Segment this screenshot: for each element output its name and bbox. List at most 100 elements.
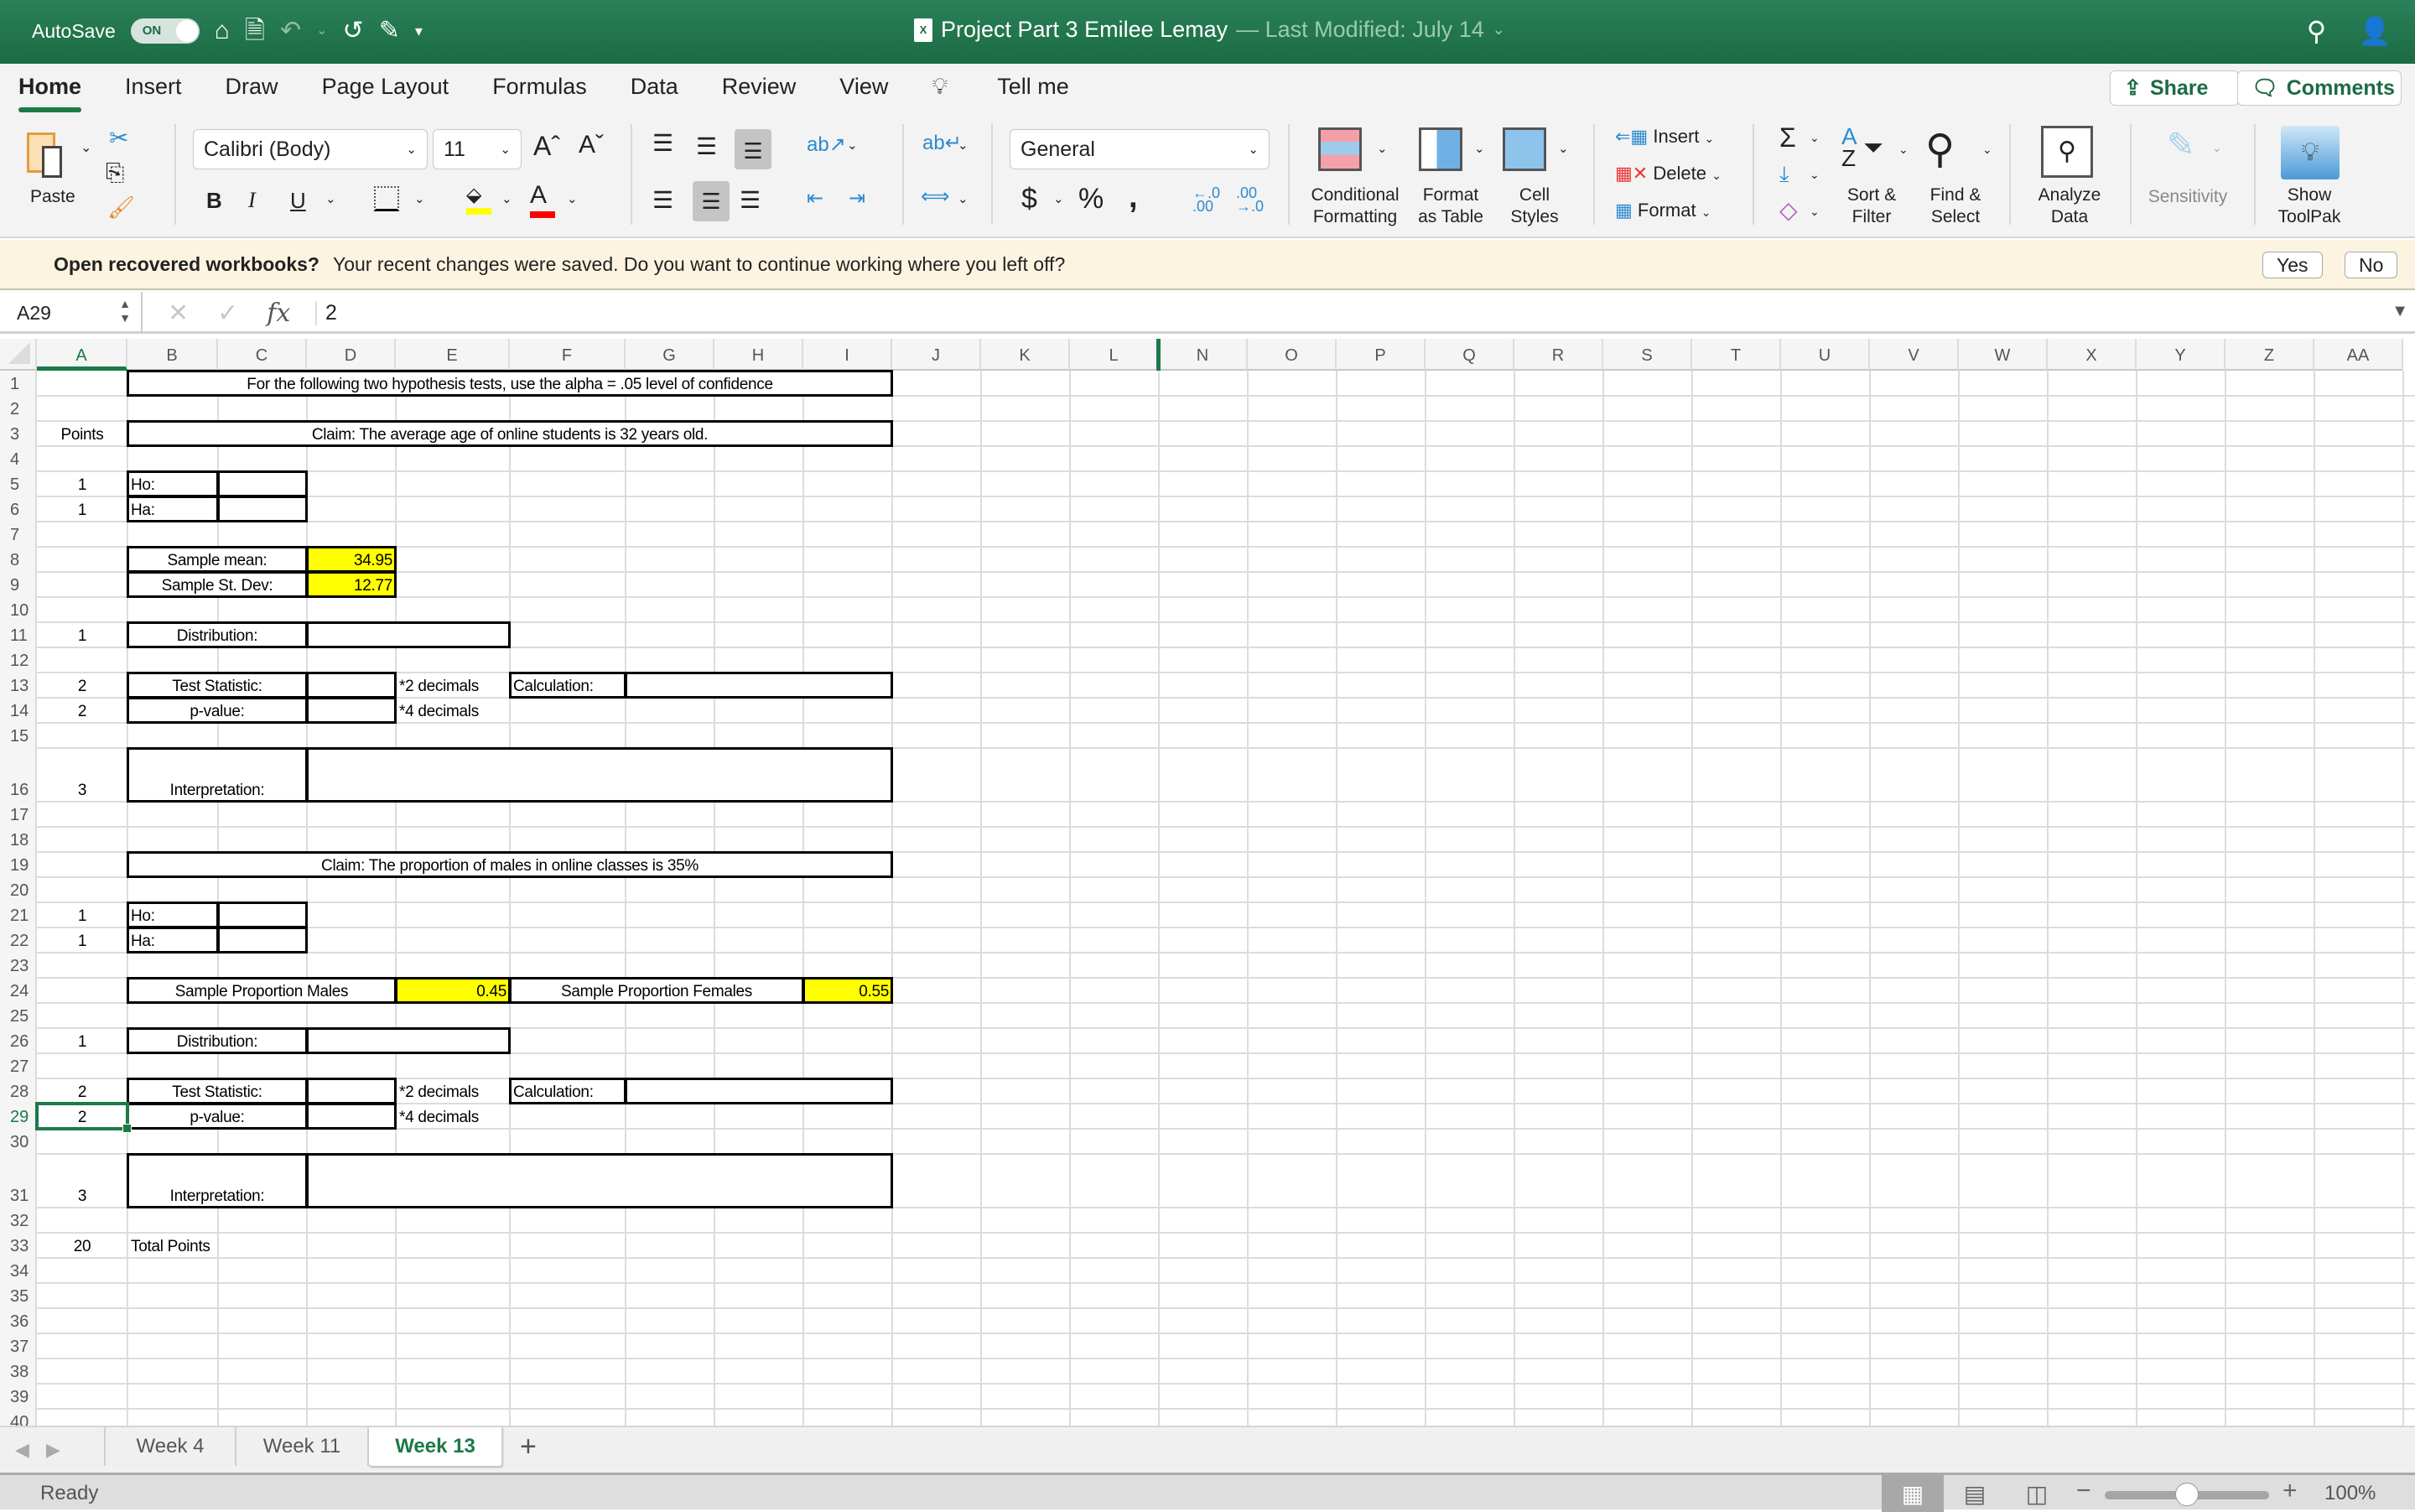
tab-data[interactable]: Data	[631, 74, 678, 101]
sample-proportion-females-label[interactable]: Sample Proportion Females	[510, 978, 803, 1003]
tell-me[interactable]: 💡︎ Tell me	[932, 74, 1112, 101]
merge-dropdown-icon[interactable]: ⌄	[958, 191, 969, 206]
align-middle-icon[interactable]: ☰	[696, 132, 717, 160]
tab-page-layout[interactable]: Page Layout	[322, 74, 449, 101]
bordered-cell[interactable]	[217, 901, 308, 928]
align-right-icon[interactable]: ☰	[740, 186, 761, 214]
row-header-28[interactable]: 28	[0, 1078, 37, 1104]
font-size-dropdown[interactable]: 11 ⌄	[433, 129, 522, 169]
zoom-in-icon[interactable]: +	[2283, 1477, 2298, 1505]
comments-button[interactable]: 🗨︎ Comments	[2237, 70, 2402, 106]
column-header-q[interactable]: Q	[1426, 339, 1514, 371]
claim-2-text[interactable]: Claim: The proportion of males in online…	[127, 852, 892, 877]
row-header-40[interactable]: 40	[0, 1409, 37, 1426]
column-header-c[interactable]: C	[218, 339, 307, 371]
ha-label[interactable]: Ha:	[127, 496, 218, 522]
bordered-cell[interactable]	[625, 1078, 893, 1104]
column-header-o[interactable]: O	[1248, 339, 1337, 371]
sheet-tab-week-11[interactable]: Week 11	[236, 1427, 369, 1466]
sample-proportion-males-value[interactable]: 0.45	[396, 978, 510, 1003]
borders-dropdown-icon[interactable]: ⌄	[414, 191, 425, 206]
format-cells-button[interactable]: ▦ Format ⌄	[1615, 200, 1711, 221]
decrease-indent-icon[interactable]: ⇤	[807, 186, 823, 210]
save-icon[interactable]: 🗎	[245, 18, 265, 44]
borders-icon[interactable]	[374, 186, 399, 211]
fill-color-dropdown-icon[interactable]: ⌄	[501, 191, 512, 206]
row-header-4[interactable]: 4	[0, 446, 37, 471]
autosave-toggle[interactable]: ON	[130, 18, 200, 44]
calculation-label[interactable]: Calculation:	[510, 673, 626, 698]
column-header-p[interactable]: P	[1337, 339, 1426, 371]
column-header-w[interactable]: W	[1959, 339, 2048, 371]
row-header-5[interactable]: 5	[0, 471, 37, 496]
column-header-y[interactable]: Y	[2137, 339, 2225, 371]
edit-icon[interactable]: ✎	[379, 18, 400, 44]
calculation-label[interactable]: Calculation:	[510, 1078, 626, 1104]
fill-icon[interactable]: ⤓	[1779, 161, 1789, 188]
active-cell-selection[interactable]	[35, 1102, 132, 1133]
sheet-tab-week-4[interactable]: Week 4	[104, 1427, 236, 1466]
row-header-9[interactable]: 9	[0, 572, 37, 597]
redo-icon[interactable]: ↺	[343, 18, 364, 44]
tab-draw[interactable]: Draw	[226, 74, 278, 101]
column-header-z[interactable]: Z	[2225, 339, 2314, 371]
points-value[interactable]: 3	[37, 1154, 127, 1208]
column-header-e[interactable]: E	[396, 339, 510, 371]
row-header-11[interactable]: 11	[0, 622, 37, 647]
bordered-cell[interactable]	[306, 1103, 397, 1130]
font-name-dropdown[interactable]: Calibri (Body) ⌄	[193, 129, 428, 169]
column-header-aa[interactable]: AA	[2314, 339, 2403, 371]
distribution-label[interactable]: Distribution:	[127, 1028, 307, 1053]
show-toolpak-button[interactable]: 💡︎	[2281, 126, 2340, 179]
row-header-36[interactable]: 36	[0, 1308, 37, 1333]
wrap-text-icon[interactable]: ab↵	[922, 131, 962, 155]
total-points-value[interactable]: 20	[37, 1233, 127, 1258]
spreadsheet-grid[interactable]: A B C D E F G H I J K L N O P Q R S T U V W X Y Z AA 1 2 3 4 5 6 7 8 9 10 11…	[0, 339, 2415, 1426]
row-header-1[interactable]: 1	[0, 371, 37, 396]
row-header-3[interactable]: 3	[0, 421, 37, 446]
row-header-24[interactable]: 24	[0, 978, 37, 1003]
comma-style-button[interactable]: ,	[1129, 179, 1138, 216]
interpretation-label[interactable]: Interpretation:	[127, 1154, 307, 1208]
row-header-23[interactable]: 23	[0, 953, 37, 978]
home-icon[interactable]: ⌂	[215, 18, 230, 44]
fill-color-icon[interactable]: ⬙	[466, 183, 491, 215]
cancel-icon[interactable]: ✕	[168, 299, 189, 328]
sample-mean-value[interactable]: 34.95	[307, 547, 396, 572]
tab-home[interactable]: Home	[18, 74, 82, 112]
p-value-label[interactable]: p-value:	[127, 1104, 307, 1129]
name-box[interactable]: A29 ▲ ▼	[0, 292, 143, 334]
row-header-17[interactable]: 17	[0, 802, 37, 827]
align-top-icon[interactable]: ☰	[652, 129, 673, 157]
previous-sheet-icon[interactable]: ◀	[15, 1439, 29, 1461]
sheet-tab-week-13[interactable]: Week 13	[369, 1427, 503, 1466]
select-all-button[interactable]	[0, 339, 37, 371]
row-header-20[interactable]: 20	[0, 877, 37, 902]
row-header-6[interactable]: 6	[0, 496, 37, 522]
clear-dropdown-icon[interactable]: ⌄	[1810, 205, 1820, 219]
row-header-25[interactable]: 25	[0, 1003, 37, 1028]
name-box-stepper-icon[interactable]: ▲ ▼	[119, 297, 131, 325]
search-icon[interactable]: ⚲	[2307, 15, 2326, 47]
paste-dropdown-icon[interactable]: ⌄	[80, 139, 91, 156]
decimals-note[interactable]: *4 decimals	[396, 698, 510, 723]
increase-indent-icon[interactable]: ⇥	[849, 186, 865, 210]
fill-dropdown-icon[interactable]: ⌄	[1810, 168, 1820, 182]
sample-stdev-value[interactable]: 12.77	[307, 572, 396, 597]
row-header-15[interactable]: 15	[0, 723, 37, 748]
row-header-39[interactable]: 39	[0, 1384, 37, 1409]
points-value[interactable]: 2	[37, 698, 127, 723]
bordered-cell[interactable]	[306, 1153, 893, 1208]
expand-formula-bar-icon[interactable]: ▼	[2392, 302, 2408, 321]
tab-review[interactable]: Review	[722, 74, 797, 101]
column-header-a[interactable]: A	[37, 339, 127, 371]
bordered-cell[interactable]	[306, 747, 893, 803]
increase-font-size-icon[interactable]: Aˆ	[533, 131, 560, 162]
tab-view[interactable]: View	[839, 74, 888, 101]
tab-insert[interactable]: Insert	[125, 74, 182, 101]
row-header-27[interactable]: 27	[0, 1053, 37, 1078]
align-left-icon[interactable]: ☰	[652, 186, 673, 214]
column-header-n[interactable]: N	[1159, 339, 1248, 371]
decimals-note[interactable]: *2 decimals	[396, 1078, 510, 1104]
italic-button[interactable]: I	[248, 188, 256, 213]
